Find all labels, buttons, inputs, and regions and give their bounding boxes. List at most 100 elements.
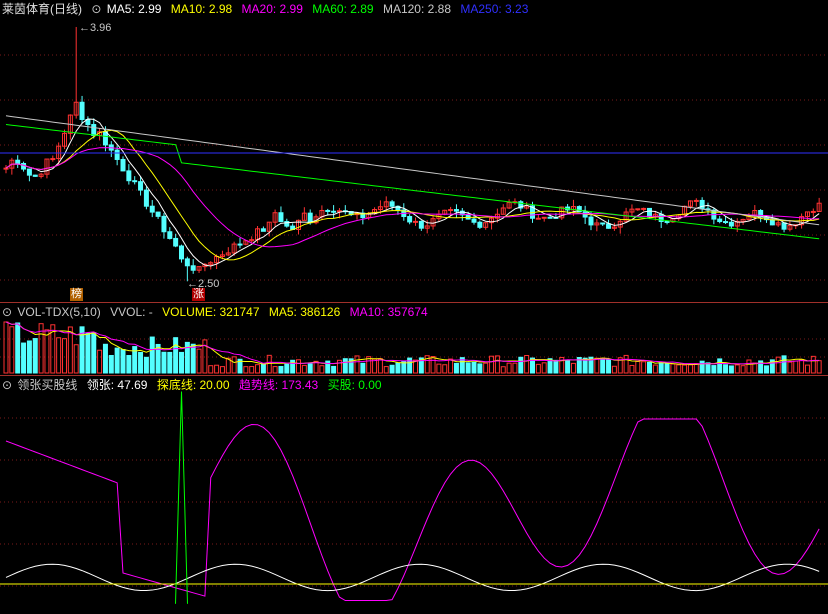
volume-bar	[448, 358, 454, 374]
volume-bar	[764, 365, 769, 374]
volume-bar	[500, 366, 506, 374]
candle-body	[413, 220, 418, 223]
volume-bar	[740, 365, 746, 374]
candle-body	[331, 210, 337, 213]
volume-bar	[266, 354, 272, 374]
volume-bar	[793, 360, 799, 374]
volume-bar	[296, 359, 301, 374]
volume-bar	[670, 363, 676, 374]
candle-body	[120, 158, 126, 172]
candle-body	[21, 162, 27, 170]
volume-bar	[728, 365, 734, 374]
volume-bar	[91, 332, 97, 374]
trend-line	[5, 418, 820, 601]
volume-bar	[682, 364, 688, 374]
candle-body	[190, 265, 196, 271]
candle-body	[723, 221, 729, 224]
candle-body	[307, 212, 313, 224]
candle-body	[407, 216, 413, 223]
volume-bar	[471, 361, 477, 374]
candle-body	[138, 181, 144, 191]
volume-bar	[161, 351, 167, 374]
candle-body	[126, 170, 132, 182]
volume-bar	[56, 337, 62, 374]
volume-bar	[512, 362, 518, 374]
candle-body	[155, 211, 161, 217]
volume-bar	[62, 338, 67, 374]
maigu-spike	[175, 391, 188, 604]
candle-body	[600, 222, 606, 225]
ma20-line	[5, 147, 820, 248]
candle-body	[102, 131, 108, 146]
volume-bar	[377, 358, 383, 374]
volume-bar	[629, 364, 635, 374]
ma120-value: MA120: 2.88	[382, 2, 451, 16]
volume-bar	[524, 354, 530, 374]
candle-body	[179, 245, 184, 260]
volume-bar	[489, 355, 495, 374]
candle-body	[50, 158, 56, 161]
oscillator-chart[interactable]	[0, 376, 828, 614]
volume-bar	[149, 336, 155, 374]
candle-body	[237, 243, 243, 246]
candle-body	[647, 207, 652, 218]
volume-bar	[711, 365, 717, 374]
price-chart[interactable]	[0, 0, 828, 302]
volume-bar	[21, 342, 27, 374]
candle-body	[453, 209, 459, 212]
oscillator-header: ⊙ 领张买股线 领张: 47.69 探底线: 20.00 趋势线: 173.43…	[0, 376, 388, 394]
volume-bar	[787, 361, 793, 374]
volume-bar	[594, 357, 600, 374]
volume-bar	[360, 362, 366, 374]
volume-bar	[301, 364, 307, 374]
volume-bar	[664, 363, 670, 374]
settings-icon[interactable]: ⊙	[2, 305, 12, 319]
ma10-value: MA10: 2.98	[170, 2, 233, 16]
volume-bar	[126, 355, 132, 374]
volume-bar	[810, 355, 816, 374]
volume-bar	[436, 363, 442, 374]
stock-title: 莱茵体育(日线)	[2, 2, 82, 16]
settings-icon[interactable]: ⊙	[2, 378, 12, 392]
candle-body	[79, 101, 85, 120]
volume-bar	[535, 363, 541, 374]
volume-bar	[255, 364, 261, 374]
volume-bar	[734, 364, 740, 374]
volume-bar	[565, 359, 571, 374]
bang-tag[interactable]: 榜	[70, 288, 83, 301]
volume-bar	[120, 348, 126, 374]
volume-bar	[483, 362, 489, 374]
volume-bar	[623, 354, 629, 374]
candle-body	[15, 159, 21, 164]
qushi-value: 趋势线: 173.43	[238, 378, 319, 392]
candle-body	[173, 237, 179, 247]
volume-bar	[518, 356, 524, 374]
volume-bar	[196, 348, 202, 374]
volume-bar	[746, 359, 752, 374]
settings-icon[interactable]: ⊙	[91, 2, 101, 16]
volume-bar	[307, 363, 313, 374]
candle-body	[547, 216, 553, 219]
osc-indicator-name: 领张买股线	[17, 378, 78, 392]
candle-body	[167, 231, 173, 239]
volume-bar	[190, 343, 196, 374]
candle-body	[3, 167, 9, 170]
ma5-value: MA5: 2.99	[106, 2, 162, 16]
vvol-value: VVOL: -	[110, 305, 153, 319]
tandi-value: 探底线: 20.00	[156, 378, 230, 392]
candle-body	[810, 210, 816, 213]
volume-bar	[260, 362, 266, 374]
volume-bar	[658, 362, 664, 374]
candle-body	[535, 217, 541, 220]
volume-pane[interactable]: ⊙ VOL-TDX(5,10) VVOL: - VOLUME: 321747 M…	[0, 303, 828, 375]
candle-body	[477, 221, 483, 228]
volume-bar	[85, 332, 91, 374]
zhang-tag[interactable]: 涨	[192, 288, 205, 301]
volume-value: VOLUME: 321747	[162, 305, 260, 319]
candle-body	[541, 216, 547, 219]
candle-body	[781, 222, 787, 230]
candle-body	[606, 223, 612, 229]
oscillator-pane[interactable]: ⊙ 领张买股线 领张: 47.69 探底线: 20.00 趋势线: 173.43…	[0, 376, 828, 614]
candle-body	[114, 149, 120, 160]
price-pane[interactable]: 莱茵体育(日线) ⊙ MA5: 2.99 MA10: 2.98 MA20: 2.…	[0, 0, 828, 302]
